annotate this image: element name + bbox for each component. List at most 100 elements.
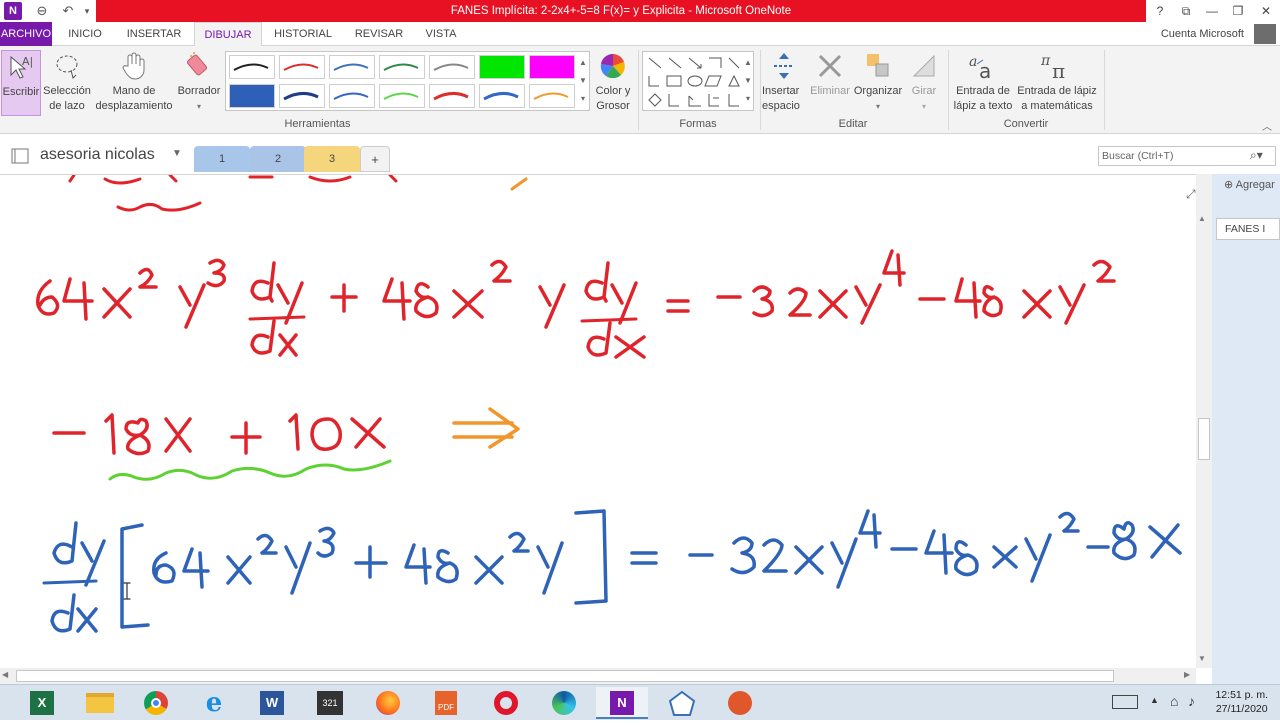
- scroll-left-icon[interactable]: ◀: [2, 670, 8, 679]
- add-section-button[interactable]: +: [360, 146, 390, 172]
- gallery-scroll-icon[interactable]: ▲ ▼ ▾: [578, 54, 588, 108]
- rotate-dropdown-icon[interactable]: ▾: [904, 99, 944, 114]
- close-button[interactable]: ✕: [1252, 0, 1280, 22]
- lasso-select-button[interactable]: Selección de lazo: [42, 50, 92, 114]
- tab-inicio[interactable]: INICIO: [60, 22, 110, 46]
- text-cursor-icon: [123, 582, 131, 600]
- convert-group-label: Convertir: [1003, 118, 1049, 130]
- internet-explorer-icon[interactable]: e: [188, 687, 240, 719]
- opera-icon[interactable]: [480, 687, 532, 719]
- pdf-app-icon[interactable]: PDF: [420, 687, 472, 719]
- tab-archivo[interactable]: ARCHIVO: [0, 22, 52, 46]
- section-tab-2[interactable]: 2: [250, 146, 306, 172]
- vertical-scroll-thumb[interactable]: [1198, 418, 1210, 460]
- hand-icon: [122, 52, 145, 80]
- minimize-button[interactable]: —: [1198, 0, 1226, 22]
- pen-red-2[interactable]: [429, 84, 475, 108]
- eraser-dropdown-icon[interactable]: ▾: [176, 99, 222, 114]
- ink-to-text-button[interactable]: aa Entrada de lápiz a texto: [952, 50, 1014, 114]
- tab-vista[interactable]: VISTA: [418, 22, 464, 46]
- insert-space-button[interactable]: Insertar espacio: [762, 50, 808, 114]
- vertical-scrollbar[interactable]: ▲ ▼: [1196, 174, 1212, 668]
- clock[interactable]: 12:51 p. m. 27/11/2020: [1215, 688, 1268, 716]
- firefox-icon[interactable]: [362, 687, 414, 719]
- search-icon[interactable]: ⌕▾: [1250, 148, 1263, 163]
- file-explorer-icon[interactable]: [74, 687, 126, 719]
- expand-page-icon[interactable]: ⤢: [1186, 187, 1196, 202]
- excel-icon[interactable]: X: [16, 687, 68, 719]
- clock-date: 27/11/2020: [1215, 703, 1268, 715]
- insert-space-label: Insertar espacio: [762, 85, 800, 112]
- ink-equation-line-2: [52, 413, 386, 456]
- add-page-button[interactable]: ⊕ Agregar: [1224, 178, 1275, 191]
- pen-lime[interactable]: [379, 84, 425, 108]
- restore-button[interactable]: ❐: [1224, 0, 1252, 22]
- back-icon[interactable]: ⊖: [32, 2, 52, 20]
- color-thickness-button[interactable]: Color y Grosor: [592, 50, 634, 114]
- shapes-scroll-icon[interactable]: ▲ ▼ ▾: [743, 54, 753, 108]
- media-player-icon[interactable]: 321: [304, 687, 356, 719]
- tab-historial[interactable]: HISTORIAL: [268, 22, 338, 46]
- add-page-label: Agregar: [1235, 179, 1275, 191]
- volume-icon[interactable]: ♪: [1188, 693, 1195, 709]
- tab-insertar[interactable]: INSERTAR: [120, 22, 188, 46]
- ink-to-math-button[interactable]: ππ Entrada de lápiz a matemáticas: [1014, 50, 1100, 114]
- pen-blue-3[interactable]: [479, 84, 525, 108]
- pen-navy[interactable]: [279, 84, 325, 108]
- section-tab-3[interactable]: 3: [304, 146, 360, 172]
- delete-button[interactable]: Eliminar: [808, 50, 852, 99]
- highlighter-green[interactable]: [479, 55, 525, 79]
- scroll-down-icon[interactable]: ▼: [1198, 654, 1206, 663]
- write-label: Escribir: [2, 86, 40, 98]
- help-button[interactable]: ?: [1146, 0, 1174, 22]
- pen-red[interactable]: [279, 55, 325, 79]
- pen-blue-2[interactable]: [329, 84, 375, 108]
- scroll-up-icon[interactable]: ▲: [1198, 214, 1206, 223]
- onenote-taskbar-icon[interactable]: N: [596, 687, 648, 719]
- shapes-group-label: Formas: [679, 118, 717, 130]
- quick-access-dropdown-icon[interactable]: ▾: [80, 2, 94, 20]
- chrome-icon[interactable]: [130, 687, 182, 719]
- pentagon-app-icon[interactable]: [656, 687, 708, 719]
- avatar[interactable]: [1254, 24, 1276, 44]
- tab-revisar[interactable]: REVISAR: [348, 22, 410, 46]
- ink-equation-line-3: [42, 509, 1182, 633]
- rotate-button[interactable]: Girar ▾: [904, 50, 944, 114]
- tab-dibujar[interactable]: DIBUJAR: [194, 22, 262, 47]
- network-icon[interactable]: ⌂: [1170, 693, 1178, 709]
- page-tab-current[interactable]: FANES I: [1216, 218, 1280, 240]
- edge-icon[interactable]: [538, 687, 590, 719]
- arrange-dropdown-icon[interactable]: ▾: [852, 99, 904, 114]
- ink-to-text-label: Entrada de lápiz a texto: [953, 85, 1013, 112]
- pen-blue[interactable]: [329, 55, 375, 79]
- show-hidden-icons-icon[interactable]: ▲: [1150, 695, 1159, 705]
- pen-gray[interactable]: [429, 55, 475, 79]
- pen-orange[interactable]: [529, 84, 575, 108]
- account-name[interactable]: Cuenta Microsoft: [1161, 22, 1244, 46]
- undo-icon[interactable]: ↶: [58, 2, 78, 20]
- write-button[interactable]: A| Escribir: [1, 50, 41, 116]
- section-tab-1[interactable]: 1: [194, 146, 250, 172]
- horizontal-scroll-thumb[interactable]: [16, 670, 1114, 682]
- shapes-icon[interactable]: [643, 52, 743, 110]
- pan-button[interactable]: Mano de desplazamiento: [94, 50, 174, 114]
- ink-drawing[interactable]: [0, 175, 1196, 668]
- notebook-name[interactable]: asesoria nicolas: [40, 146, 155, 164]
- ribbon-display-button[interactable]: ⧉: [1172, 0, 1200, 22]
- word-icon[interactable]: W: [246, 687, 298, 719]
- scroll-right-icon[interactable]: ▶: [1184, 670, 1190, 679]
- collapse-ribbon-icon[interactable]: ︿: [1262, 118, 1272, 133]
- pen-green[interactable]: [379, 55, 425, 79]
- keyboard-icon[interactable]: [1112, 695, 1138, 709]
- arrange-icon: [867, 54, 889, 77]
- pen-black[interactable]: [229, 55, 275, 79]
- highlighter-blue[interactable]: [229, 84, 275, 108]
- paw-app-icon[interactable]: [714, 687, 766, 719]
- page-canvas[interactable]: ⤢: [0, 174, 1196, 668]
- notebook-dropdown-icon[interactable]: ▼: [172, 148, 182, 159]
- highlighter-magenta[interactable]: [529, 55, 575, 79]
- horizontal-scrollbar[interactable]: ◀ ▶: [0, 668, 1196, 684]
- window-title: FANES Implícita: 2-2x4+-5=8 F(x)= y Expl…: [450, 5, 792, 17]
- eraser-button[interactable]: Borrador ▾: [176, 50, 222, 114]
- arrange-button[interactable]: Organizar ▾: [852, 50, 904, 114]
